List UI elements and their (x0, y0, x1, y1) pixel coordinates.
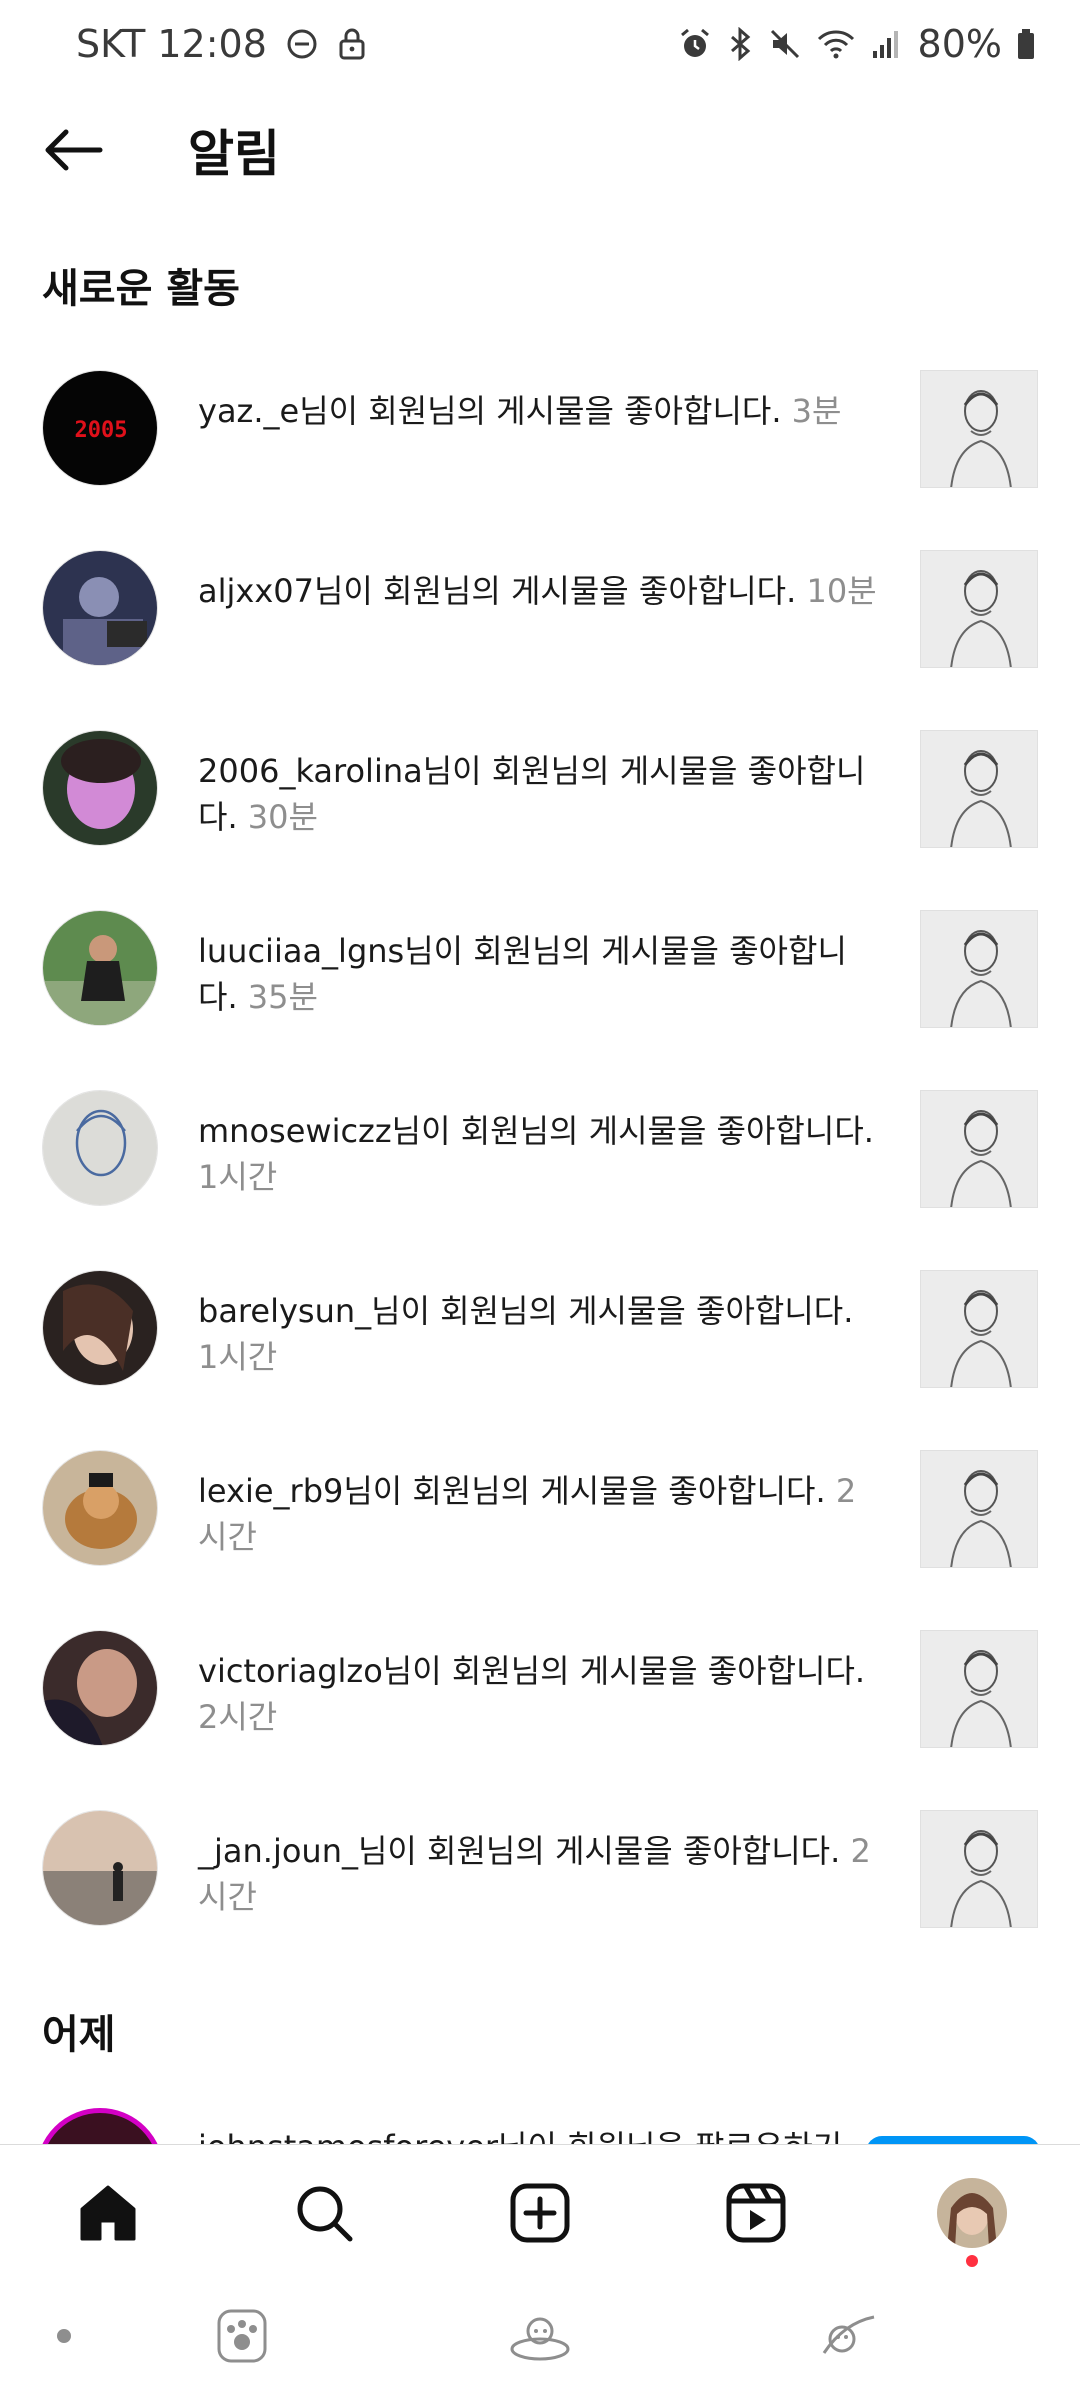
reels-icon (726, 2183, 786, 2243)
notification-dot (966, 2255, 978, 2267)
notification-text: mnosewiczz님이 회원님의 게시물을 좋아합니다. 1시간 (198, 1108, 878, 1200)
post-thumbnail[interactable] (920, 370, 1038, 488)
dnd-icon (285, 27, 319, 61)
notification-message: lexie_rb9님이 회원님의 게시물을 좋아합니다. (198, 1472, 826, 1510)
notification-time: 35분 (247, 978, 318, 1016)
bluetooth-icon (726, 27, 754, 61)
svg-text:2005: 2005 (75, 418, 128, 443)
signal-icon (870, 27, 904, 61)
notification-time: 1시간 (198, 1338, 278, 1376)
mute-icon (768, 27, 802, 61)
nav-reels[interactable] (716, 2173, 796, 2253)
notification-time: 1시간 (198, 1158, 278, 1196)
avatar[interactable] (42, 730, 158, 846)
battery-icon (1016, 27, 1036, 61)
alarm-icon (678, 27, 712, 61)
nav-search[interactable] (284, 2173, 364, 2253)
pet-play-icon[interactable] (810, 2296, 890, 2376)
avatar[interactable] (42, 1810, 158, 1926)
section-title-yesterday: 어제 (42, 2012, 116, 2058)
post-thumbnail[interactable] (920, 1270, 1038, 1388)
create-icon (510, 2183, 570, 2243)
notification-text: barelysun_님이 회원님의 게시물을 좋아합니다. 1시간 (198, 1288, 878, 1380)
arrow-left-icon (45, 129, 103, 171)
post-thumbnail[interactable] (920, 910, 1038, 1028)
notification-text: yaz._e님이 회원님의 게시물을 좋아합니다. 3분 (198, 388, 878, 434)
nav-create[interactable] (500, 2173, 580, 2253)
dot-indicator (24, 2296, 104, 2376)
wifi-icon (816, 27, 856, 61)
notification-message: _jan.joun_님이 회원님의 게시물을 좋아합니다. (198, 1832, 841, 1870)
post-thumbnail[interactable] (920, 1090, 1038, 1208)
notification-message: barelysun_님이 회원님의 게시물을 좋아합니다. (198, 1292, 854, 1330)
carrier-time: SKT 12:08 (76, 22, 267, 66)
notification-message: aljxx07님이 회원님의 게시물을 좋아합니다. (198, 572, 797, 610)
status-right: 80% (678, 22, 1036, 66)
avatar[interactable] (42, 550, 158, 666)
notification-text: aljxx07님이 회원님의 게시물을 좋아합니다. 10분 (198, 568, 878, 614)
header: 알림 (0, 100, 1080, 200)
notifications-screen: SKT 12:08 80% 알림 새로운 활동 2005 yaz._e님이 회원… (0, 0, 1080, 2400)
page-title: 알림 (188, 125, 280, 183)
lock-icon (337, 27, 367, 61)
notification-row[interactable]: barelysun_님이 회원님의 게시물을 좋아합니다. 1시간 (0, 1240, 1080, 1420)
notification-text: luuciiaa_lgns님이 회원님의 게시물을 좋아합니다. 35분 (198, 928, 878, 1020)
system-bottom-bar (0, 2276, 1080, 2400)
avatar[interactable] (42, 1090, 158, 1206)
notification-message: mnosewiczz님이 회원님의 게시물을 좋아합니다. (198, 1112, 874, 1150)
avatar[interactable] (42, 1270, 158, 1386)
notification-text: lexie_rb9님이 회원님의 게시물을 좋아합니다. 2시간 (198, 1468, 878, 1560)
back-button[interactable] (38, 120, 108, 180)
home-icon (80, 2185, 136, 2241)
avatar[interactable]: 2005 (42, 370, 158, 486)
notification-row[interactable]: _jan.joun_님이 회원님의 게시물을 좋아합니다. 2시간 (0, 1780, 1080, 1960)
notification-row[interactable]: mnosewiczz님이 회원님의 게시물을 좋아합니다. 1시간 (0, 1060, 1080, 1240)
search-icon (297, 2186, 353, 2242)
nav-profile[interactable] (932, 2173, 1012, 2253)
avatar[interactable] (42, 1450, 158, 1566)
notification-row[interactable]: 2006_karolina님이 회원님의 게시물을 좋아합니다. 30분 (0, 700, 1080, 880)
notification-time: 3분 (791, 392, 842, 430)
nav-home[interactable] (68, 2173, 148, 2253)
notification-row[interactable]: lexie_rb9님이 회원님의 게시물을 좋아합니다. 2시간 (0, 1420, 1080, 1600)
post-thumbnail[interactable] (920, 1630, 1038, 1748)
notification-time: 2시간 (198, 1698, 278, 1736)
avatar[interactable] (42, 910, 158, 1026)
post-thumbnail[interactable] (920, 730, 1038, 848)
notification-row[interactable]: luuciiaa_lgns님이 회원님의 게시물을 좋아합니다. 35분 (0, 880, 1080, 1060)
notification-message: yaz._e님이 회원님의 게시물을 좋아합니다. (198, 392, 782, 430)
post-thumbnail[interactable] (920, 550, 1038, 668)
notification-time: 30분 (247, 798, 318, 836)
notification-text: victoriaglzo님이 회원님의 게시물을 좋아합니다. 2시간 (198, 1648, 878, 1740)
notification-row[interactable]: aljxx07님이 회원님의 게시물을 좋아합니다. 10분 (0, 520, 1080, 700)
notification-list: 2005 yaz._e님이 회원님의 게시물을 좋아합니다. 3분 aljxx0… (0, 340, 1080, 1960)
pet-bath-icon[interactable] (500, 2296, 580, 2376)
battery-level: 80% (917, 22, 1002, 66)
notification-message: victoriaglzo님이 회원님의 게시물을 좋아합니다. (198, 1652, 866, 1690)
notification-text: 2006_karolina님이 회원님의 게시물을 좋아합니다. 30분 (198, 748, 878, 840)
post-thumbnail[interactable] (920, 1810, 1038, 1928)
notification-row[interactable]: victoriaglzo님이 회원님의 게시물을 좋아합니다. 2시간 (0, 1600, 1080, 1780)
avatar[interactable] (42, 1630, 158, 1746)
paw-icon[interactable] (202, 2296, 282, 2376)
bottom-navigation (0, 2144, 1080, 2276)
notification-time: 10분 (806, 572, 877, 610)
profile-avatar[interactable] (937, 2178, 1007, 2248)
notification-text: _jan.joun_님이 회원님의 게시물을 좋아합니다. 2시간 (198, 1828, 878, 1920)
status-bar: SKT 12:08 80% (0, 0, 1080, 88)
notification-row[interactable]: 2005 yaz._e님이 회원님의 게시물을 좋아합니다. 3분 (0, 340, 1080, 520)
post-thumbnail[interactable] (920, 1450, 1038, 1568)
section-title-new-activity: 새로운 활동 (42, 266, 240, 312)
status-left: SKT 12:08 (76, 22, 367, 66)
